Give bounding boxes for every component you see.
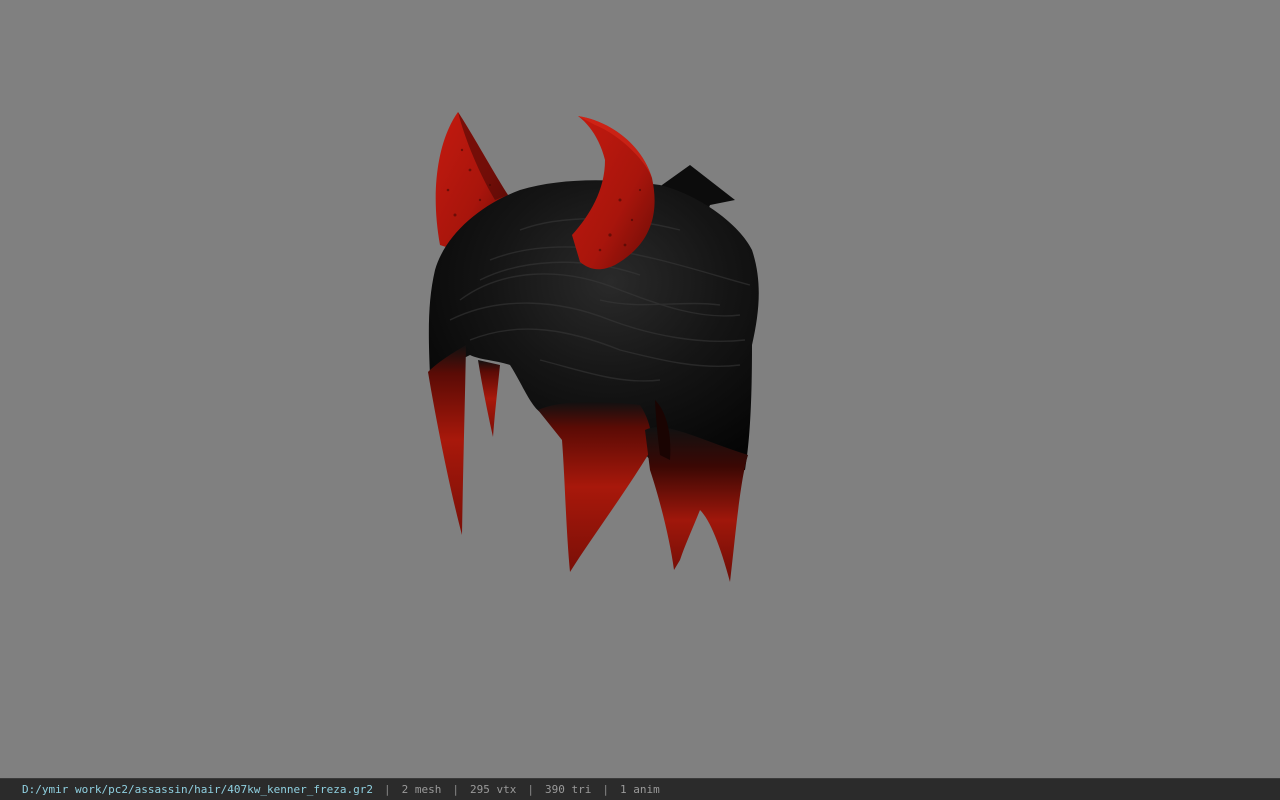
separator: | bbox=[452, 783, 459, 796]
anim-count: 1 anim bbox=[619, 783, 660, 796]
center-strand bbox=[538, 401, 652, 572]
separator: | bbox=[527, 783, 534, 796]
vertex-count: 295 vtx bbox=[470, 783, 517, 796]
hair-model-render bbox=[428, 112, 759, 582]
separator: | bbox=[602, 783, 609, 796]
left-strand bbox=[428, 345, 466, 535]
separator: | bbox=[384, 783, 391, 796]
triangle-count: 390 tri bbox=[544, 783, 592, 796]
mesh-count: 2 mesh bbox=[401, 783, 442, 796]
3d-viewport[interactable] bbox=[0, 0, 1280, 778]
status-bar: D:/ymir work/pc2/assassin/hair/407kw_ken… bbox=[0, 778, 1280, 800]
left-small-strand bbox=[478, 360, 500, 437]
file-path: D:/ymir work/pc2/assassin/hair/407kw_ken… bbox=[22, 783, 373, 796]
